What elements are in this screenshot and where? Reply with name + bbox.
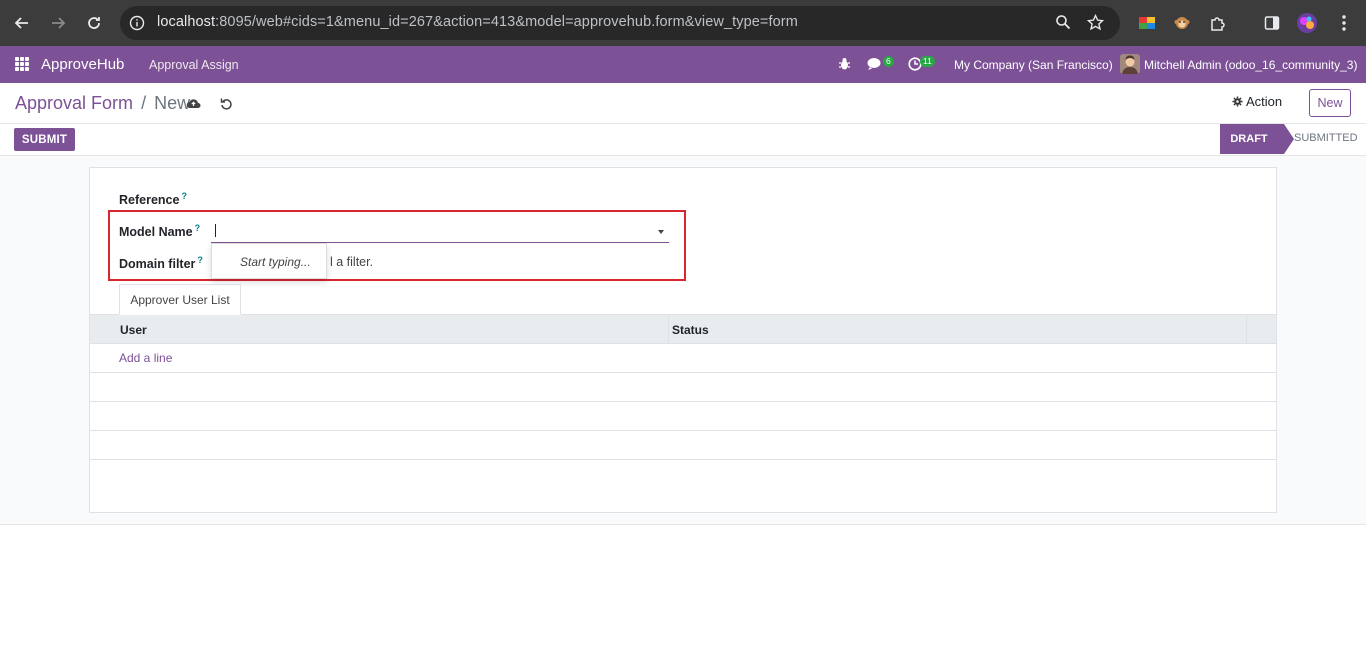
form-statusbar: SUBMIT DRAFT SUBMITTED — [0, 124, 1366, 156]
extensions-puzzle-icon[interactable] — [1207, 12, 1229, 34]
zoom-icon[interactable] — [1055, 14, 1071, 33]
add-line-link[interactable]: Add a line — [119, 351, 172, 365]
action-menu-button[interactable]: Action — [1232, 94, 1282, 109]
model-name-input[interactable] — [211, 222, 669, 243]
column-divider — [1246, 315, 1247, 343]
app-brand[interactable]: ApproveHub — [41, 56, 124, 73]
activities-count-badge: 11 — [920, 56, 935, 67]
autocomplete-hint: Start typing... — [240, 255, 311, 269]
tab-approver-user-list[interactable]: Approver User List — [119, 284, 241, 315]
address-bar[interactable]: localhost:8095/web#cids=1&menu_id=267&ac… — [120, 6, 1120, 40]
table-header: User Status — [90, 314, 1276, 344]
reload-icon[interactable] — [82, 11, 106, 35]
domain-filter-value[interactable]: l a filter. — [330, 255, 373, 269]
forward-arrow-icon[interactable] — [46, 11, 70, 35]
stage-submitted[interactable]: SUBMITTED — [1294, 132, 1358, 144]
table-row — [90, 344, 1276, 373]
control-panel: Approval Form / New Action New — [0, 83, 1366, 124]
messages-chat-icon[interactable] — [867, 57, 883, 74]
reference-help-icon[interactable]: ? — [181, 191, 187, 201]
browser-menu-icon[interactable] — [1333, 12, 1355, 34]
text-cursor — [215, 224, 216, 237]
model-name-help-icon[interactable]: ? — [195, 223, 201, 233]
breadcrumb-parent[interactable]: Approval Form — [15, 93, 133, 113]
back-arrow-icon[interactable] — [10, 11, 34, 35]
user-menu[interactable]: Mitchell Admin (odoo_16_community_3) — [1144, 58, 1357, 72]
bookmark-star-icon[interactable] — [1086, 13, 1105, 34]
discard-undo-icon[interactable] — [218, 94, 234, 112]
profile-avatar-icon[interactable] — [1296, 12, 1318, 34]
submit-button[interactable]: SUBMIT — [14, 128, 75, 151]
model-name-label: Model Name? — [119, 223, 201, 240]
debug-bug-icon[interactable] — [838, 57, 851, 74]
reference-label: Reference? — [119, 191, 187, 208]
url-text: localhost:8095/web#cids=1&menu_id=267&ac… — [157, 14, 798, 30]
stage-draft[interactable]: DRAFT — [1220, 124, 1294, 154]
extension-color-icon[interactable] — [1136, 12, 1158, 34]
messages-count-badge: 6 — [883, 56, 894, 67]
user-avatar[interactable] — [1120, 54, 1140, 74]
apps-menu-icon[interactable] — [15, 57, 29, 71]
side-panel-icon[interactable] — [1261, 12, 1283, 34]
browser-toolbar: localhost:8095/web#cids=1&menu_id=267&ac… — [0, 0, 1366, 46]
column-header-status[interactable]: Status — [672, 323, 709, 337]
breadcrumb-separator: / — [141, 93, 147, 113]
extension-monkey-icon[interactable] — [1171, 12, 1193, 34]
table-row — [90, 373, 1276, 402]
gear-icon — [1232, 96, 1243, 107]
domain-filter-help-icon[interactable]: ? — [197, 255, 203, 265]
autocomplete-dropdown: Start typing... — [211, 243, 327, 279]
action-label: Action — [1246, 94, 1283, 109]
menu-approval-assign[interactable]: Approval Assign — [149, 58, 239, 72]
site-info-icon[interactable] — [129, 15, 145, 34]
column-divider — [668, 315, 669, 343]
main-navbar: ApproveHub Approval Assign 6 11 My Compa… — [0, 46, 1366, 83]
chevron-down-icon[interactable] — [658, 230, 664, 234]
table-row — [90, 402, 1276, 431]
table-row — [90, 431, 1276, 460]
company-switcher[interactable]: My Company (San Francisco) — [954, 58, 1113, 72]
new-record-button[interactable]: New — [1309, 89, 1351, 117]
save-cloud-icon[interactable] — [185, 94, 201, 112]
column-header-user[interactable]: User — [120, 323, 147, 337]
breadcrumb: Approval Form / New — [15, 93, 190, 114]
domain-filter-label: Domain filter? — [119, 255, 203, 272]
